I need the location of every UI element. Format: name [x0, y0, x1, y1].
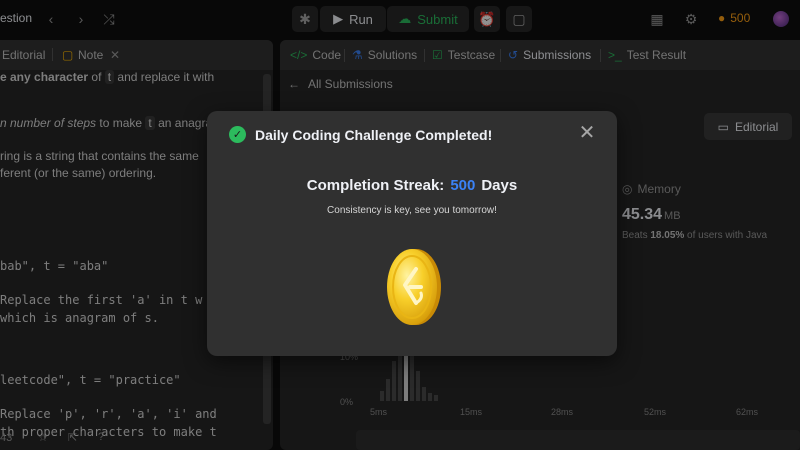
modal-title: Daily Coding Challenge Completed! — [255, 127, 493, 143]
close-icon[interactable]: ✕ — [577, 123, 597, 143]
modal-subtitle: Consistency is key, see you tomorrow! — [327, 205, 497, 216]
streak-count: 500 — [450, 177, 476, 194]
daily-challenge-modal: ✓ Daily Coding Challenge Completed! ✕ Co… — [207, 111, 617, 356]
check-circle-icon: ✓ — [229, 126, 246, 143]
completion-streak: Completion Streak: 500 Days — [306, 177, 518, 194]
leetcode-coin-icon — [383, 247, 445, 327]
